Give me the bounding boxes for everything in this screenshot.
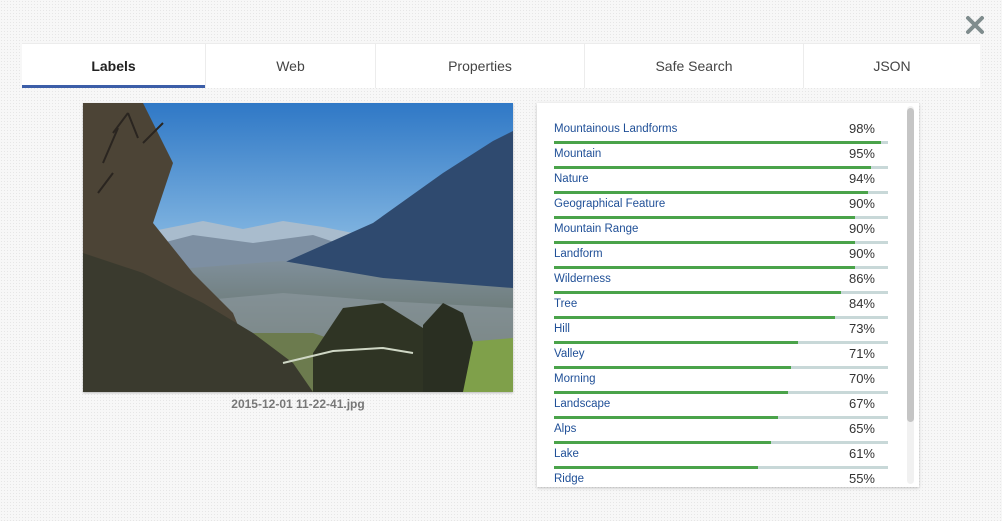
tab-bar: Labels Web Properties Safe Search JSON xyxy=(22,43,980,88)
tab-safe-search-label: Safe Search xyxy=(655,58,733,74)
label-row[interactable]: Landscape 67% xyxy=(554,393,888,419)
label-name: Geographical Feature xyxy=(554,198,666,210)
label-name: Hill xyxy=(554,323,570,335)
label-name: Wilderness xyxy=(554,273,611,285)
tab-safe-search[interactable]: Safe Search xyxy=(585,44,804,88)
label-name: Mountain Range xyxy=(554,223,639,235)
label-row[interactable]: Landform 90% xyxy=(554,243,888,269)
label-row[interactable]: Mountain 95% xyxy=(554,143,888,169)
label-name: Landform xyxy=(554,248,603,260)
label-score: 67% xyxy=(848,396,875,411)
label-row[interactable]: Morning 70% xyxy=(554,368,888,394)
label-score: 73% xyxy=(848,321,875,336)
label-score: 95% xyxy=(848,146,875,161)
label-row[interactable]: Alps 65% xyxy=(554,418,888,444)
label-score: 55% xyxy=(848,471,875,486)
label-row[interactable]: Nature 94% xyxy=(554,168,888,194)
tab-web[interactable]: Web xyxy=(206,44,376,88)
scrollbar-thumb[interactable] xyxy=(907,108,914,422)
label-row[interactable]: Hill 73% xyxy=(554,318,888,344)
label-score: 94% xyxy=(848,171,875,186)
tab-json-label: JSON xyxy=(873,58,911,74)
label-score: 90% xyxy=(848,196,875,211)
tab-labels[interactable]: Labels xyxy=(22,44,206,88)
label-row[interactable]: Valley 71% xyxy=(554,343,888,369)
label-name: Valley xyxy=(554,348,585,360)
label-row[interactable]: Wilderness 86% xyxy=(554,268,888,294)
label-row[interactable]: Tree 84% xyxy=(554,293,888,319)
labels-panel: Mountainous Landforms 98% Mountain 95% Natur… xyxy=(537,103,919,487)
tab-json[interactable]: JSON xyxy=(804,44,980,88)
label-row[interactable]: Mountain Range 90% xyxy=(554,218,888,244)
label-score: 90% xyxy=(848,221,875,236)
label-score: 61% xyxy=(848,446,875,461)
label-score: 84% xyxy=(848,296,875,311)
tab-properties[interactable]: Properties xyxy=(376,44,585,88)
label-score: 90% xyxy=(848,246,875,261)
label-name: Nature xyxy=(554,173,589,185)
scrollbar-track[interactable] xyxy=(907,106,914,484)
label-row[interactable]: Geographical Feature 90% xyxy=(554,193,888,219)
label-name: Mountain xyxy=(554,148,602,160)
image-filename: 2015-12-01 11-22-41.jpg xyxy=(231,397,365,411)
label-name: Tree xyxy=(554,298,578,310)
tab-properties-label: Properties xyxy=(448,58,512,74)
tab-labels-label: Labels xyxy=(91,58,136,74)
tab-web-label: Web xyxy=(276,58,305,74)
label-score: 86% xyxy=(848,271,875,286)
label-name: Lake xyxy=(554,448,579,460)
label-score: 98% xyxy=(848,121,875,136)
label-name: Alps xyxy=(554,423,577,435)
label-name: Ridge xyxy=(554,473,585,485)
label-name: Morning xyxy=(554,373,596,385)
label-score: 65% xyxy=(848,421,875,436)
label-score: 71% xyxy=(848,346,875,361)
analyzed-photo xyxy=(83,103,513,392)
label-list: Mountainous Landforms 98% Mountain 95% Natur… xyxy=(554,118,888,487)
label-row[interactable]: Lake 61% xyxy=(554,443,888,469)
close-icon[interactable] xyxy=(962,12,988,38)
label-name: Mountainous Landforms xyxy=(554,123,678,135)
label-row[interactable]: Ridge 55% xyxy=(554,468,888,487)
label-score: 70% xyxy=(848,371,875,386)
label-row[interactable]: Mountainous Landforms 98% xyxy=(554,118,888,144)
label-name: Landscape xyxy=(554,398,611,410)
